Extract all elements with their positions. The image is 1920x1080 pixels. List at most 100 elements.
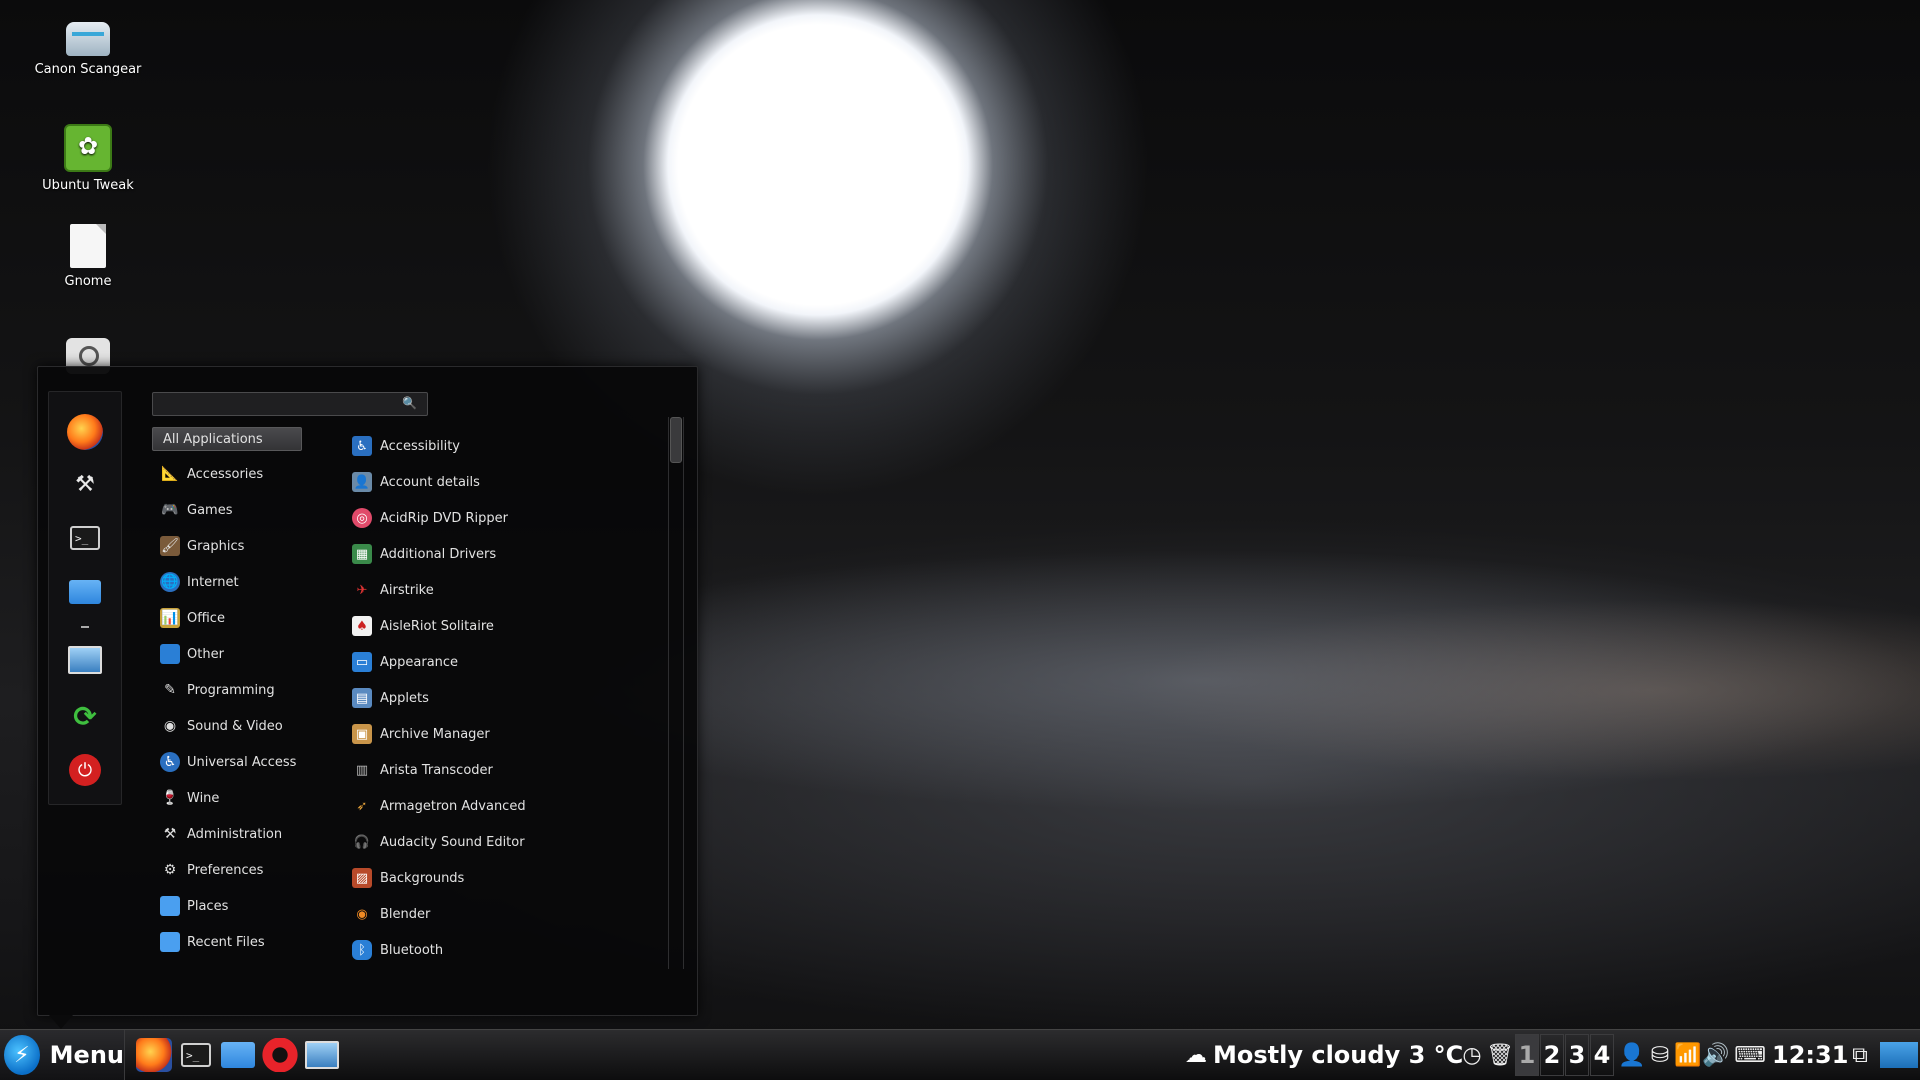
app-list-scrollbar[interactable]	[668, 417, 684, 969]
application-list: ♿ Accessibility 👤 Account details ◎ AcidRip…	[348, 428, 678, 968]
app-label: Backgrounds	[380, 870, 465, 886]
weather-text: Mostly cloudy 3 °C	[1213, 1041, 1464, 1069]
workspace-2[interactable]: 2	[1540, 1034, 1564, 1076]
clock[interactable]: 12:31	[1772, 1030, 1848, 1080]
applets-icon: ▤	[352, 688, 372, 708]
window-list-icon[interactable]: ⧉	[1846, 1040, 1874, 1070]
category-graphics[interactable]: 🖌 Graphics	[152, 528, 352, 564]
app-blender[interactable]: ◉ Blender	[348, 896, 678, 932]
archive-icon: ▣	[352, 724, 372, 744]
category-label: Universal Access	[187, 754, 297, 770]
app-applets[interactable]: ▤ Applets	[348, 680, 678, 716]
files-launcher[interactable]	[220, 1038, 256, 1072]
app-backgrounds[interactable]: ▨ Backgrounds	[348, 860, 678, 896]
app-bluetooth[interactable]: ᛒ Bluetooth	[348, 932, 678, 968]
headphones-icon: 🎧	[353, 834, 371, 850]
opera-launcher[interactable]	[262, 1038, 298, 1072]
dvd-icon: ◎	[352, 508, 372, 528]
tools-icon[interactable]: ⚒	[67, 466, 103, 502]
terminal-launcher[interactable]: >_	[178, 1038, 214, 1072]
category-accessories[interactable]: 📐 Accessories	[152, 456, 352, 492]
show-desktop-button[interactable]	[1880, 1042, 1918, 1068]
category-wine[interactable]: 🍷 Wine	[152, 780, 352, 816]
screen-launcher[interactable]	[67, 642, 103, 678]
user-icon[interactable]: 👤	[1618, 1040, 1646, 1070]
search-box[interactable]: 🔍	[152, 392, 428, 416]
search-input[interactable]	[161, 395, 395, 415]
desktop-icon-gnome[interactable]: Gnome	[28, 224, 148, 289]
workspace-3[interactable]: 3	[1565, 1034, 1589, 1076]
ubuntu-tweak-icon	[64, 124, 112, 172]
category-office[interactable]: 📊 Office	[152, 600, 352, 636]
terminal-icon: >_	[181, 1043, 211, 1067]
gear-icon: ⚙	[163, 862, 177, 878]
app-label: Account details	[380, 474, 480, 490]
app-label: Additional Drivers	[380, 546, 497, 562]
app-label: Airstrike	[380, 582, 434, 598]
workspace-1[interactable]: 1	[1515, 1034, 1539, 1076]
logout-icon[interactable]: ⟳	[67, 698, 103, 734]
app-label: Archive Manager	[380, 726, 490, 742]
category-internet[interactable]: 🌐 Internet	[152, 564, 352, 600]
workspace-4[interactable]: 4	[1590, 1034, 1614, 1076]
scanner-icon	[66, 22, 110, 56]
category-games[interactable]: 🎮 Games	[152, 492, 352, 528]
search-icon: 🔍	[402, 396, 417, 410]
app-arista[interactable]: ▥ Arista Transcoder	[348, 752, 678, 788]
app-airstrike[interactable]: ✈ Airstrike	[348, 572, 678, 608]
office-icon: 📊	[160, 608, 180, 628]
screen-icon	[305, 1041, 339, 1069]
app-archive-manager[interactable]: ▣ Archive Manager	[348, 716, 678, 752]
terminal-launcher[interactable]: >_	[67, 520, 103, 556]
wifi-icon[interactable]: 📶	[1674, 1040, 1702, 1070]
update-manager-icon[interactable]: ⛁	[1646, 1040, 1674, 1070]
category-all-applications[interactable]: All Applications	[152, 427, 302, 451]
menu-button[interactable]: ⚡ Menu	[0, 1030, 125, 1080]
desktop-icon-ubuntu-tweak[interactable]: Ubuntu Tweak	[28, 124, 148, 193]
app-audacity[interactable]: 🎧 Audacity Sound Editor	[348, 824, 678, 860]
app-accessibility[interactable]: ♿ Accessibility	[348, 428, 678, 464]
category-sound-video[interactable]: ◉ Sound & Video	[152, 708, 352, 744]
firefox-icon[interactable]	[67, 414, 103, 450]
power-icon: ⏻	[69, 754, 101, 786]
app-additional-drivers[interactable]: ▦ Additional Drivers	[348, 536, 678, 572]
category-universal-access[interactable]: ♿ Universal Access	[152, 744, 352, 780]
weather-applet[interactable]: ☁ Mostly cloudy 3 °C	[1185, 1030, 1463, 1080]
monitor-icon: ▭	[352, 652, 372, 672]
favorites-bar: ⚒ >_ ⟳ ⏻	[48, 391, 122, 805]
scrollbar-thumb[interactable]	[670, 417, 682, 463]
category-preferences[interactable]: ⚙ Preferences	[152, 852, 352, 888]
app-aisleriot[interactable]: ♠ AisleRiot Solitaire	[348, 608, 678, 644]
app-acidrip[interactable]: ◎ AcidRip DVD Ripper	[348, 500, 678, 536]
app-appearance[interactable]: ▭ Appearance	[348, 644, 678, 680]
screen-icon	[68, 646, 102, 674]
category-recent-files[interactable]: Recent Files	[152, 924, 352, 960]
app-account-details[interactable]: 👤 Account details	[348, 464, 678, 500]
cards-icon: ♠	[352, 616, 372, 636]
app-label: Bluetooth	[380, 942, 444, 958]
accessories-icon: 📐	[161, 466, 179, 482]
app-armagetron[interactable]: ➶ Armagetron Advanced	[348, 788, 678, 824]
category-label: Internet	[187, 574, 239, 590]
category-other[interactable]: Other	[152, 636, 352, 672]
keyboard-icon[interactable]: ⌨	[1734, 1040, 1766, 1070]
volume-icon[interactable]: 🔊	[1702, 1040, 1730, 1070]
app-label: Applets	[380, 690, 429, 706]
picture-icon: ▨	[352, 868, 372, 888]
power-button[interactable]: ⏻	[67, 752, 103, 788]
accessibility-icon: ♿	[352, 436, 372, 456]
clock-applet-icon[interactable]: ◷	[1458, 1040, 1486, 1070]
files-launcher[interactable]	[67, 574, 103, 610]
screenshot-launcher[interactable]	[304, 1038, 340, 1072]
menu-button-label: Menu	[49, 1041, 124, 1069]
trash-icon[interactable]: 🗑	[1486, 1040, 1514, 1070]
app-label: AisleRiot Solitaire	[380, 618, 494, 634]
category-programming[interactable]: ✎ Programming	[152, 672, 352, 708]
category-places[interactable]: Places	[152, 888, 352, 924]
category-label: Accessories	[187, 466, 264, 482]
category-administration[interactable]: ⚒ Administration	[152, 816, 352, 852]
desktop-icon-canon-scangear[interactable]: Canon Scangear	[28, 14, 148, 77]
app-label: Accessibility	[380, 438, 460, 454]
application-menu: ⚒ >_ ⟳ ⏻ 🔍 All Applications 📐 Accessories…	[37, 366, 698, 1029]
firefox-launcher[interactable]	[136, 1038, 172, 1072]
